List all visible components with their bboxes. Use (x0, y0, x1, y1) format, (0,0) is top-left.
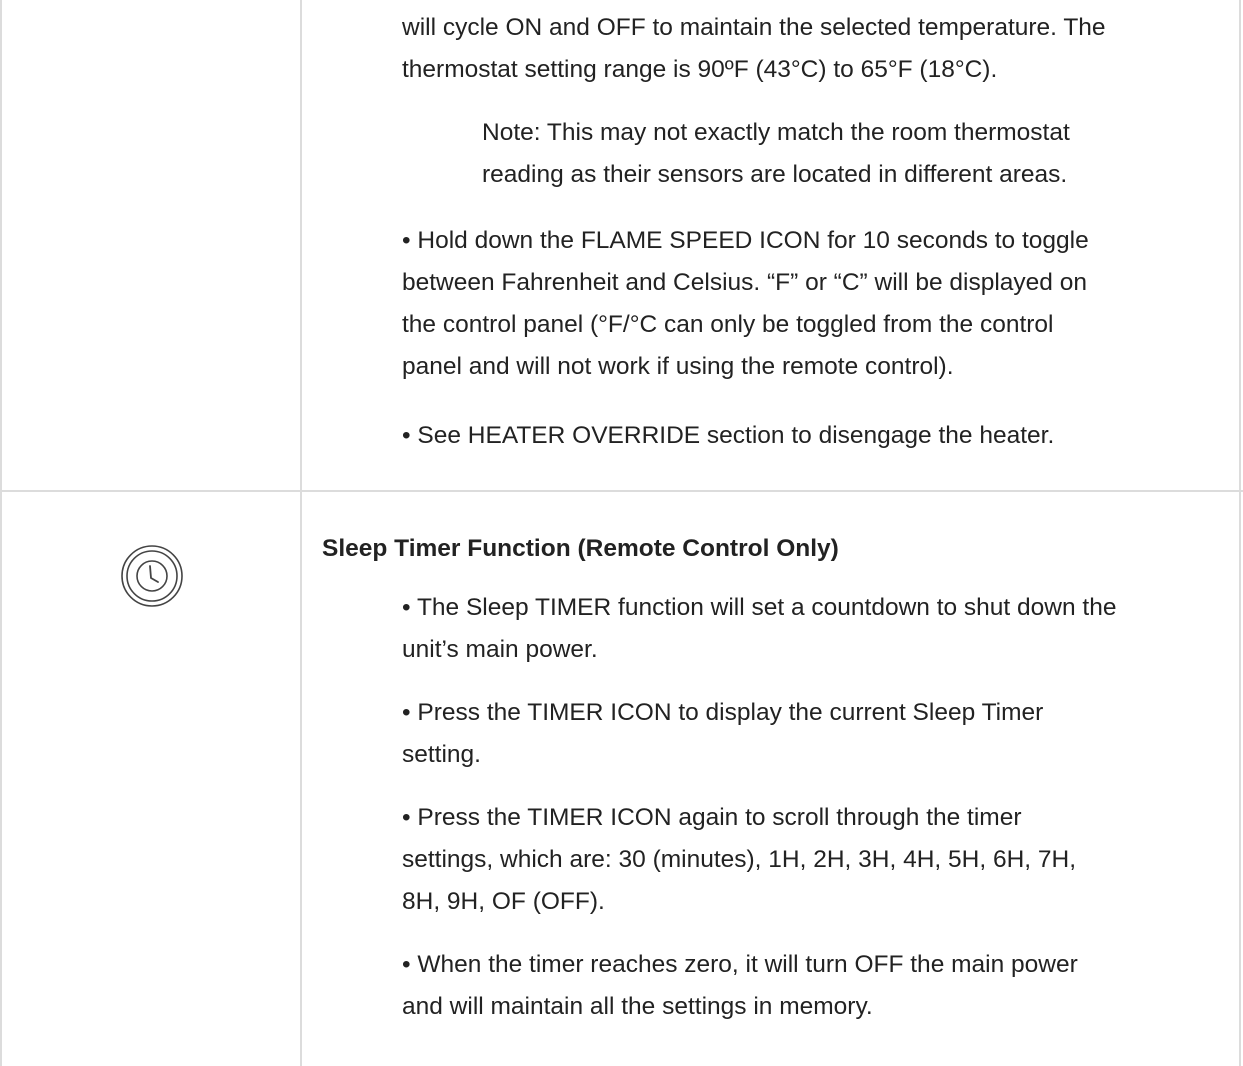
fahrenheit-celsius-toggle-text: • Hold down the FLAME SPEED ICON for 10 … (402, 227, 1089, 380)
sleep-timer-bullet-scroll: • Press the TIMER ICON again to scroll t… (402, 804, 1077, 915)
sleep-timer-heading: Sleep Timer Function (Remote Control Onl… (322, 535, 839, 562)
thermostat-cycle-text: will cycle ON and OFF to maintain the se… (402, 14, 1106, 83)
sleep-timer-bullet-zero: • When the timer reaches zero, it will t… (402, 951, 1078, 1020)
clock-icon (121, 545, 183, 607)
table-row-divider (0, 490, 1243, 492)
thermostat-note: Note: This may not exactly match the roo… (482, 119, 1070, 188)
sleep-timer-bullet-countdown: • The Sleep TIMER function will set a co… (402, 594, 1117, 663)
heater-override-text: • See HEATER OVERRIDE section to disenga… (402, 422, 1055, 449)
sleep-timer-bullet-display: • Press the TIMER ICON to display the cu… (402, 699, 1044, 768)
table-right-border (1239, 0, 1241, 1066)
table-column-divider (300, 0, 302, 1066)
table-left-border (0, 0, 2, 1066)
